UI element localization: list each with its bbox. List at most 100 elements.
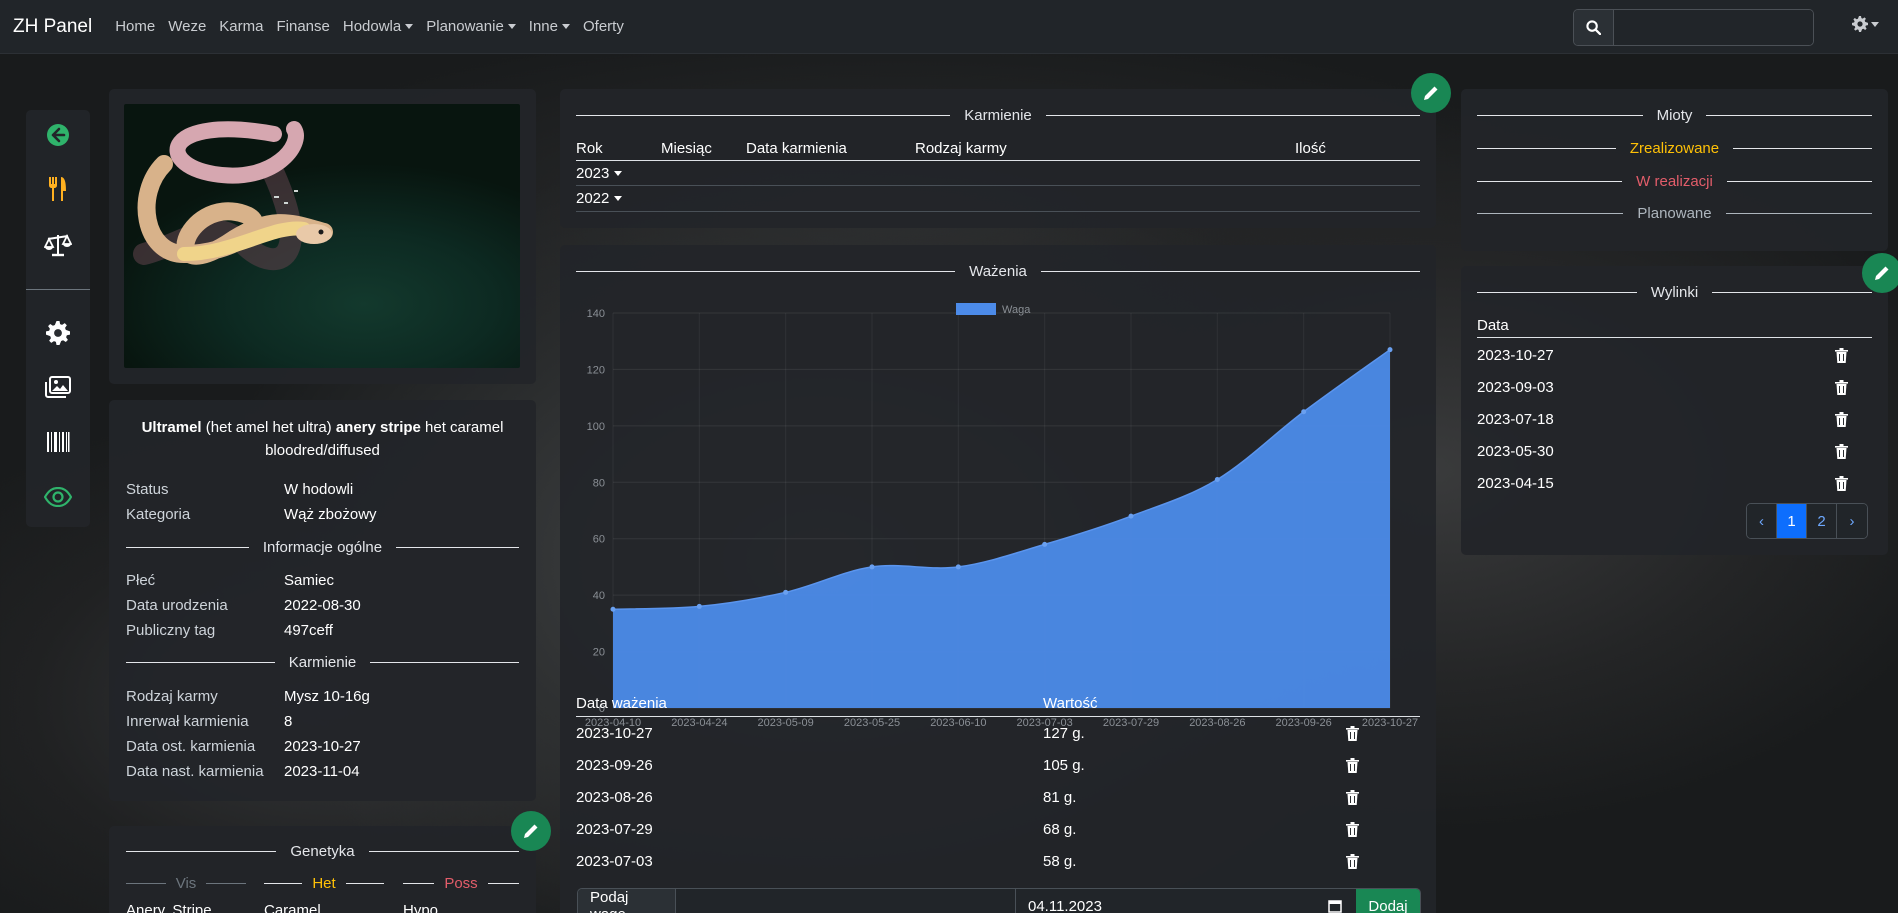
next-feeding-label: Data nast. karmienia xyxy=(126,763,264,780)
weight-row-date: 2023-08-26 xyxy=(576,789,653,806)
header-divider xyxy=(1477,337,1872,338)
litters-title: Mioty xyxy=(1656,107,1693,124)
gallery-button[interactable] xyxy=(44,373,72,401)
page-2-button[interactable]: 2 xyxy=(1807,504,1837,538)
visibility-button[interactable] xyxy=(44,483,72,511)
search-button[interactable] xyxy=(1574,10,1614,45)
settings-dropdown[interactable] xyxy=(1852,16,1879,32)
next-feeding-value: 2023-11-04 xyxy=(284,763,360,780)
weight-point xyxy=(783,589,789,595)
feeding-button[interactable] xyxy=(44,175,72,203)
general-info-title: Informacje ogólne xyxy=(262,539,383,556)
page-next-button[interactable]: › xyxy=(1837,504,1867,538)
images-icon xyxy=(45,376,71,398)
page-1-button[interactable]: 1 xyxy=(1777,504,1807,538)
y-tick-label: 140 xyxy=(587,308,605,320)
morph-primary: Ultramel xyxy=(141,419,202,436)
poss-label: Poss xyxy=(444,875,478,892)
weight-input[interactable] xyxy=(676,889,1016,913)
col-food-type: Rodzaj karmy xyxy=(915,140,1007,157)
weighing-button[interactable] xyxy=(44,231,72,259)
litters-realized-label: Zrealizowane xyxy=(1629,140,1720,157)
snake-photo[interactable] xyxy=(124,104,520,368)
last-feeding-label: Data ost. karmienia xyxy=(126,738,256,755)
weighings-title: Ważenia xyxy=(969,263,1027,280)
year-2022: 2022 xyxy=(576,190,610,207)
trash-icon[interactable] xyxy=(1835,444,1849,460)
litters-realized-section[interactable]: Zrealizowane xyxy=(1477,140,1872,157)
feeding-interval-label: Inrerwał karmienia xyxy=(126,713,249,730)
nav-planowanie-dropdown[interactable]: Planowanie xyxy=(426,18,516,35)
barcode-icon xyxy=(47,432,70,452)
sidebar-divider xyxy=(26,289,90,290)
nav-weze-label: Weze xyxy=(168,18,207,35)
scale-icon xyxy=(44,233,72,257)
nav-karma[interactable]: Karma xyxy=(219,18,263,35)
barcode-button[interactable] xyxy=(44,428,72,456)
weight-point xyxy=(1128,513,1134,519)
x-tick-label: 2023-07-29 xyxy=(1103,717,1159,729)
weight-area xyxy=(613,349,1390,708)
year-toggle-2023[interactable]: 2023 xyxy=(576,165,623,182)
nav-inne-dropdown[interactable]: Inne xyxy=(529,18,570,35)
trash-icon[interactable] xyxy=(1835,380,1849,396)
trash-icon[interactable] xyxy=(1346,758,1360,774)
weight-chart[interactable]: 0204060801001201402023-04-10 2023-04-24 20… xyxy=(568,297,1428,737)
sheds-title: Wylinki xyxy=(1650,284,1699,301)
eye-icon xyxy=(44,487,72,507)
y-tick-label: 120 xyxy=(587,364,605,376)
weight-point xyxy=(1301,409,1307,415)
trash-icon[interactable] xyxy=(1835,348,1849,364)
genetics-title: Genetyka xyxy=(290,843,355,860)
search-group xyxy=(1573,9,1814,46)
caret-down-icon xyxy=(507,24,516,29)
page-prev-button[interactable]: ‹ xyxy=(1747,504,1777,538)
col-feeding-date: Data karmienia xyxy=(746,140,847,157)
header-divider xyxy=(576,716,1420,717)
weight-date-value: 04.11.2023 xyxy=(1028,897,1102,913)
x-tick-label: 2023-08-26 xyxy=(1189,717,1245,729)
trash-icon[interactable] xyxy=(1835,412,1849,428)
edit-genetics-button[interactable] xyxy=(511,811,551,851)
vis-heading: Vis xyxy=(126,875,247,892)
shed-row-date: 2023-05-30 xyxy=(1477,443,1554,460)
search-input[interactable] xyxy=(1614,10,1813,45)
y-tick-label: 60 xyxy=(593,534,605,546)
nav-weze[interactable]: Weze xyxy=(168,18,206,35)
year-toggle-2022[interactable]: 2022 xyxy=(576,190,623,207)
edit-feeding-button[interactable] xyxy=(1411,73,1451,113)
nav-hodowla-dropdown[interactable]: Hodowla xyxy=(343,18,414,35)
nav-home[interactable]: Home xyxy=(115,18,155,35)
brand-logo[interactable]: ZH Panel xyxy=(13,16,92,38)
nav-oferty[interactable]: Oferty xyxy=(583,18,624,35)
litters-planned-label: Planowane xyxy=(1637,205,1712,222)
x-tick-label: 2023-05-25 xyxy=(844,717,900,729)
genetics-heading: Genetyka xyxy=(126,843,519,860)
edit-sheds-button[interactable] xyxy=(1862,253,1898,293)
litters-in-progress-section[interactable]: W realizacji xyxy=(1477,173,1872,190)
birth-date-label: Data urodzenia xyxy=(126,597,228,614)
nav-oferty-label: Oferty xyxy=(583,18,624,35)
trash-icon[interactable] xyxy=(1346,854,1360,870)
calendar-icon[interactable] xyxy=(1328,899,1342,913)
nav-inne-label: Inne xyxy=(528,18,558,35)
status-label: Status xyxy=(126,481,169,498)
col-year: Rok xyxy=(576,140,603,157)
litters-planned-section[interactable]: Planowane xyxy=(1477,205,1873,222)
back-button[interactable] xyxy=(44,121,72,149)
trash-icon[interactable] xyxy=(1835,476,1849,492)
nav-finanse[interactable]: Finanse xyxy=(276,18,329,35)
settings-button[interactable] xyxy=(44,319,72,347)
feeding-info-heading: Karmienie xyxy=(126,654,519,671)
row-divider xyxy=(576,211,1420,212)
trash-icon[interactable] xyxy=(1346,822,1360,838)
caret-down-icon xyxy=(1871,21,1879,27)
feeding-title: Karmienie xyxy=(964,107,1032,124)
poss-heading: Poss xyxy=(403,875,520,892)
add-weight-button[interactable]: Dodaj xyxy=(1356,889,1420,913)
nav-finanse-label: Finanse xyxy=(276,18,330,35)
category-value: Wąż zbożowy xyxy=(284,506,377,523)
trash-icon[interactable] xyxy=(1346,790,1360,806)
weight-date-input[interactable]: 04.11.2023 xyxy=(1016,889,1356,913)
trash-icon[interactable] xyxy=(1346,726,1360,742)
